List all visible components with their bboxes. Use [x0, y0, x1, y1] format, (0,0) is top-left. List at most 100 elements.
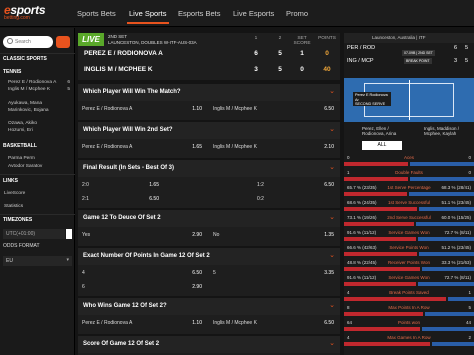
stat-name: Max Games In A Row — [387, 335, 431, 340]
odds-format-select[interactable]: EU ▾ — [3, 256, 72, 266]
site-logo[interactable]: esports betting.com — [4, 3, 60, 24]
stat-bar-right — [418, 252, 474, 256]
nav-live-sports[interactable]: Live Sports — [127, 9, 169, 24]
market-header[interactable]: Which Player Will Win The Match? ⌄ — [78, 84, 340, 101]
stat-bar-right — [425, 312, 474, 316]
timezone-toggle[interactable] — [66, 229, 72, 239]
stat-bar-right — [416, 222, 474, 226]
basketball-heading: BASKETBALL — [3, 143, 37, 149]
sidebar-match-score: 5 — [67, 87, 70, 92]
set1-score: 3 — [254, 66, 258, 73]
odds-value: 1.35 — [324, 232, 334, 238]
divider — [0, 174, 75, 175]
tracker-score: 5 — [465, 58, 469, 64]
sidebar-match-player[interactable]: Ayukawa, Mana — [8, 101, 42, 106]
stat-bar-left — [344, 342, 430, 346]
market-header[interactable]: Score Of Game 12 Of Set 2 ⌄ — [78, 336, 340, 353]
chevron-down-icon[interactable]: ⌄ — [329, 251, 335, 259]
odds-button[interactable]: Inglis M / Mcphee K 6.50 — [209, 316, 340, 329]
stat-bar-left — [344, 192, 407, 196]
odds-button[interactable]: 5 3.35 — [209, 266, 340, 279]
sidebar-match-player[interactable]: Marinkovic, Bojana — [8, 108, 49, 113]
stat-bar-left — [344, 162, 408, 166]
odds-value: 2.90 — [192, 232, 202, 238]
stat-right: 60.0 % (15/25) — [441, 215, 471, 220]
stat-right: 0 — [468, 170, 471, 175]
nav-esports-bets[interactable]: Esports Bets — [178, 9, 221, 18]
chevron-down-icon[interactable]: ⌄ — [329, 339, 335, 347]
link-livescore[interactable]: LiveScore — [4, 191, 25, 196]
tracker-location: Launceston, Australia | ITF — [372, 35, 426, 40]
stat-right: 51.1 % (23/45) — [441, 200, 471, 205]
odds-button[interactable]: Perez E / Rodionova A 1.65 — [78, 140, 208, 153]
link-statistics[interactable]: Statistics — [4, 204, 23, 209]
stat-bar — [344, 297, 474, 301]
team-players-right: Inglis, Maddison / Mcphee, Kaylah — [424, 126, 460, 136]
odds-button[interactable]: 4 6.50 — [78, 266, 208, 279]
chevron-down-icon[interactable]: ⌄ — [329, 163, 335, 171]
sidebar-match-player[interactable]: Perez E / Rodionova A — [8, 80, 56, 85]
chevron-down-icon[interactable]: ⌄ — [329, 213, 335, 221]
odds-button[interactable]: Yes 2.90 — [78, 228, 208, 241]
odds-button[interactable]: Inglis M / Mcphee K 2.10 — [209, 140, 340, 153]
market-header[interactable]: Exact Number Of Points In Game 12 Of Set… — [78, 248, 340, 265]
tracker-score: 3 — [454, 58, 458, 64]
stat-bar-right — [421, 267, 474, 271]
search-icon — [7, 38, 13, 44]
odds-button[interactable]: 2:1 6.50 — [78, 192, 165, 205]
serve-tag-title: Perez E Rodionova Ar — [355, 93, 388, 102]
player-names: Perez, Ellen / Rodionova, Arina Inglis, … — [344, 124, 474, 140]
odds-button[interactable]: 6 2.90 — [78, 280, 208, 293]
stat-name: Double Faults — [395, 170, 423, 175]
sidebar-match-player[interactable]: Inglis M / Mcphee K — [8, 87, 50, 92]
classic-sports-heading: CLASSIC SPORTS — [3, 56, 47, 62]
odds-button[interactable]: 1:2 6.50 — [253, 178, 340, 191]
team-row: INGLIS M / MCPHEE K 3 5 0 40 — [78, 62, 340, 76]
stat-bar — [344, 237, 474, 241]
odds-button[interactable]: Perez E / Rodionova A 1.10 — [78, 316, 208, 329]
odds-button[interactable]: No 1.35 — [209, 228, 340, 241]
odds-value: 1.65 — [149, 182, 159, 188]
stat-name: Points won — [397, 320, 420, 325]
team-name: INGLIS M / MCPHEE K — [84, 66, 153, 73]
filter-all[interactable]: ALL — [362, 141, 402, 150]
sidebar-match-player[interactable]: Avtodor Saratov — [8, 164, 42, 169]
odds-button[interactable]: Perez E / Rodionova A 1.10 — [78, 102, 208, 115]
market-header[interactable]: Which Player Will Win 2nd Set? ⌄ — [78, 122, 340, 139]
chevron-down-icon[interactable]: ⌄ — [329, 301, 335, 309]
stat-right: 33.3 % (21/63) — [441, 260, 471, 265]
sidebar-match-player[interactable]: Hozumi, Eri — [8, 128, 33, 133]
market-panel: Final Result (In Sets - Best Of 3) ⌄ 2:0… — [78, 160, 340, 208]
odds-button[interactable]: Inglis M / Mcphee K 6.50 — [209, 102, 340, 115]
search-button[interactable] — [56, 36, 70, 48]
tracker-score: 6 — [454, 45, 458, 51]
sidebar-match-player[interactable]: Parma Perm — [8, 156, 35, 161]
nav-promo[interactable]: Promo — [286, 9, 308, 18]
stat-name: Aces — [403, 155, 414, 160]
nav-live-esports[interactable]: Live Esports — [233, 9, 274, 18]
market-panel: Which Player Will Win The Match? ⌄ Perez… — [78, 84, 340, 120]
odds-value: 3.35 — [324, 270, 334, 276]
market-header[interactable]: Who Wins Game 12 Of Set 2? ⌄ — [78, 298, 340, 315]
live-badge: LIVE — [78, 33, 104, 46]
app: esports betting.com Sports Bets Live Spo… — [0, 0, 474, 355]
sidebar-match-player[interactable]: Ozawa, Akiko — [8, 121, 37, 126]
odds-button[interactable]: 2:0 1.65 — [78, 178, 165, 191]
chevron-down-icon[interactable]: ⌄ — [329, 87, 335, 95]
market-header[interactable]: Final Result (In Sets - Best Of 3) ⌄ — [78, 160, 340, 177]
stat-bar-left — [344, 312, 424, 316]
odds-button[interactable]: 0:2 — [253, 192, 340, 205]
stat-bar — [344, 162, 474, 166]
odds-label: 0:2 — [257, 196, 264, 202]
odds-value: 1.10 — [192, 320, 202, 326]
chevron-down-icon[interactable]: ⌄ — [329, 125, 335, 133]
set2-score: 5 — [278, 66, 282, 73]
col-set1: 1 — [254, 36, 258, 41]
stat-bar — [344, 192, 474, 196]
market-title: Score Of Game 12 Of Set 2 — [83, 341, 160, 347]
nav-sports-bets[interactable]: Sports Bets — [77, 9, 116, 18]
timezone-select[interactable]: UTC(+01:00) — [3, 229, 65, 239]
odds-value: 2.10 — [324, 144, 334, 150]
market-header[interactable]: Game 12 To Deuce Of Set 2 ⌄ — [78, 210, 340, 227]
search-input[interactable] — [15, 37, 51, 47]
